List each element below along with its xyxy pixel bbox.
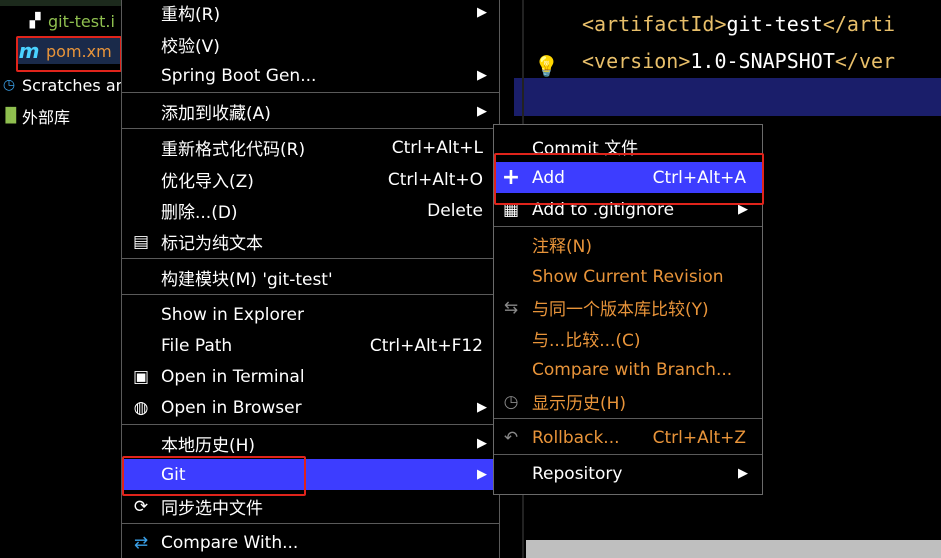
- code-line-artifactid: <artifactId>git-test</arti: [582, 12, 896, 36]
- menu-separator: [122, 128, 499, 129]
- tree-item-external-libraries[interactable]: ▐▌ 外部库: [0, 103, 70, 129]
- git-submenu: Commit 文件 + Add Ctrl+Alt+A ▦ Add to .gitign…: [493, 124, 763, 495]
- menu-item-compare-with[interactable]: ⇄ Compare With...: [122, 527, 499, 558]
- submenu-item-add-to-gitignore[interactable]: ▦ Add to .gitignore ▶: [494, 194, 762, 225]
- submenu-item-annotate[interactable]: 注释(N): [494, 229, 762, 260]
- plain-text-icon: ▤: [132, 231, 150, 252]
- menu-item-mark-as-plain-text[interactable]: ▤ 标记为纯文本: [122, 226, 499, 257]
- submenu-separator: [494, 418, 762, 419]
- code-line-partial: [582, 0, 594, 10]
- submenu-arrow-icon: ▶: [477, 68, 487, 83]
- submenu-item-show-history[interactable]: ◷ 显示历史(H): [494, 386, 762, 417]
- menu-item-build-module[interactable]: 构建模块(M) 'git-test': [122, 262, 499, 293]
- submenu-item-commit-file[interactable]: Commit 文件: [494, 131, 762, 162]
- tree-top-strip: [0, 0, 122, 6]
- submenu-item-rollback[interactable]: ↶ Rollback... Ctrl+Alt+Z: [494, 422, 762, 453]
- submenu-arrow-icon: ▶: [738, 202, 748, 217]
- submenu-arrow-icon: ▶: [477, 467, 487, 482]
- submenu-item-compare-with-branch[interactable]: Compare with Branch...: [494, 354, 762, 385]
- menu-item-add-to-favorites[interactable]: 添加到收藏(A) ▶: [122, 96, 499, 127]
- submenu-arrow-icon: ▶: [477, 436, 487, 451]
- library-icon: ▐▌: [0, 108, 22, 124]
- menu-item-validate[interactable]: 校验(V): [122, 29, 499, 60]
- submenu-arrow-icon: ▶: [738, 466, 748, 481]
- submenu-item-repository[interactable]: Repository ▶: [494, 458, 762, 489]
- tree-item-scratches[interactable]: ◷ Scratches an: [0, 72, 126, 98]
- menu-item-refactor[interactable]: 重构(R) ▶: [122, 0, 499, 28]
- sync-icon: ⟳: [133, 496, 149, 517]
- tree-item-git-test[interactable]: ▞ git-test.i: [26, 8, 115, 34]
- menu-item-delete[interactable]: 删除...(D) Delete: [122, 195, 499, 226]
- menu-item-open-in-terminal[interactable]: ▣ Open in Terminal: [122, 361, 499, 392]
- globe-icon: ◍: [133, 397, 149, 418]
- menu-separator: [122, 523, 499, 524]
- menu-item-optimize-imports[interactable]: 优化导入(Z) Ctrl+Alt+O: [122, 164, 499, 195]
- tree-item-label: Scratches an: [22, 75, 126, 95]
- maven-icon: m: [18, 39, 40, 63]
- history-clock-icon: ◷: [503, 391, 519, 412]
- context-menu: 重构(R) ▶ 校验(V) Spring Boot Gen... ▶ 添加到收藏(A…: [121, 0, 500, 558]
- compare-arrows-icon: ⇄: [133, 532, 149, 553]
- terminal-icon: ▣: [132, 366, 150, 387]
- menu-item-git[interactable]: Git ▶: [122, 459, 499, 490]
- compare-icon: ⇆: [503, 297, 519, 318]
- java-file-icon: ▞: [29, 13, 41, 29]
- submenu-arrow-icon: ▶: [477, 104, 487, 119]
- tree-item-label: pom.xm: [46, 41, 112, 61]
- menu-item-local-history[interactable]: 本地历史(H) ▶: [122, 428, 499, 459]
- lightbulb-icon[interactable]: 💡: [534, 54, 559, 78]
- submenu-item-show-current-revision[interactable]: Show Current Revision: [494, 261, 762, 292]
- menu-item-spring-boot-gen[interactable]: Spring Boot Gen... ▶: [122, 60, 499, 91]
- scratches-icon: ◷: [2, 77, 16, 93]
- menu-item-open-in-browser[interactable]: ◍ Open in Browser ▶: [122, 392, 499, 423]
- submenu-separator: [494, 226, 762, 227]
- horizontal-scrollbar[interactable]: [526, 540, 941, 558]
- menu-separator: [122, 258, 499, 259]
- menu-item-reformat-code[interactable]: 重新格式化代码(R) Ctrl+Alt+L: [122, 132, 499, 163]
- menu-item-synchronize[interactable]: ⟳ 同步选中文件: [122, 491, 499, 522]
- project-tree-panel: ▞ git-test.i m pom.xm ◷ Scratches an ▐▌ …: [0, 0, 126, 558]
- submenu-arrow-icon: ▶: [477, 5, 487, 20]
- tree-item-label: 外部库: [22, 108, 71, 127]
- submenu-item-add[interactable]: + Add Ctrl+Alt+A: [494, 162, 762, 193]
- tree-item-pom[interactable]: m pom.xm: [16, 38, 120, 64]
- submenu-arrow-icon: ▶: [477, 400, 487, 415]
- menu-separator: [122, 424, 499, 425]
- menu-item-file-path[interactable]: File Path Ctrl+Alt+F12: [122, 330, 499, 361]
- gitignore-icon: ▦: [502, 199, 520, 220]
- submenu-item-compare-with[interactable]: 与...比较...(C): [494, 323, 762, 354]
- submenu-item-compare-same-repo[interactable]: ⇆ 与同一个版本库比较(Y): [494, 292, 762, 323]
- code-line-version: <version>1.0-SNAPSHOT</ver: [582, 49, 896, 73]
- tree-item-label: git-test.i: [48, 11, 115, 31]
- current-line-highlight: [514, 78, 941, 116]
- plus-icon: +: [501, 165, 521, 190]
- submenu-separator: [494, 454, 762, 455]
- menu-separator: [122, 294, 499, 295]
- menu-separator: [122, 92, 499, 93]
- menu-item-show-in-explorer[interactable]: Show in Explorer: [122, 299, 499, 330]
- rollback-icon: ↶: [503, 427, 519, 448]
